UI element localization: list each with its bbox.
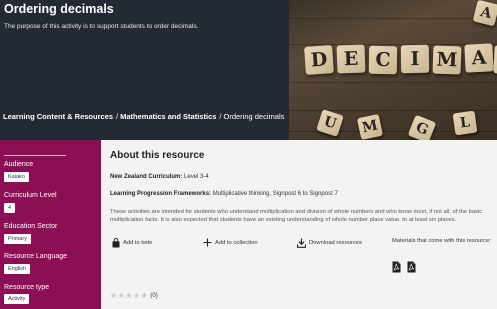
curriculum-label: New Zealand Curriculum:: [110, 174, 183, 180]
page-subtitle: The purpose of this activity is to suppo…: [4, 23, 199, 30]
letter-tile: L: [452, 110, 478, 136]
breadcrumb-current: Ordering decimals: [223, 112, 285, 121]
rating-count: (0): [150, 292, 158, 299]
download-resources-button[interactable]: Download resources: [297, 238, 362, 248]
star-rating[interactable]: ★ ★ ★ ★ ★ (0): [110, 291, 158, 300]
letter-tile: U: [316, 109, 344, 137]
resource-type-badge[interactable]: Activity: [4, 294, 30, 304]
curriculum-line: New Zealand Curriculum: Level 3-4: [110, 174, 209, 180]
letter-tile: E: [336, 44, 366, 74]
breadcrumb-separator: /: [116, 112, 119, 121]
hero-image-decimal-tiles: D E C I M A L U M G L A: [289, 0, 497, 140]
add-to-collection-button[interactable]: Add to collection: [203, 238, 258, 247]
star-icon[interactable]: ★: [125, 291, 132, 300]
letter-tile: L: [493, 45, 497, 75]
breadcrumb-maths-stats[interactable]: Mathematics and Statistics: [120, 112, 216, 121]
star-icon[interactable]: ★: [133, 291, 140, 300]
pdf-file-icon[interactable]: [392, 261, 401, 273]
add-to-collection-label: Add to collection: [215, 239, 258, 246]
letter-tile: M: [356, 113, 384, 140]
resource-description: These activities are intended for studen…: [110, 209, 483, 224]
hero-text-panel: Ordering decimals The purpose of this ac…: [0, 0, 289, 140]
bag-icon: [112, 238, 120, 248]
curriculum-level-badge[interactable]: 4: [4, 203, 16, 213]
breadcrumb-learning-content[interactable]: Learning Content & Resources: [3, 112, 113, 121]
breadcrumb: Learning Content & Resources / Mathematics…: [3, 112, 284, 121]
frameworks-value: Multiplicative thinking, Signpost 6 to S…: [212, 191, 338, 197]
education-sector-badge[interactable]: Primary: [4, 234, 31, 244]
frameworks-label: Learning Progression Frameworks:: [110, 191, 212, 197]
star-icon[interactable]: ★: [110, 291, 117, 300]
letter-tile: A: [464, 43, 494, 73]
curriculum-value: Level 3-4: [184, 174, 209, 180]
resource-metadata-sidebar: Audience Kaiako Curriculum Level 4 Educa…: [0, 140, 101, 309]
letter-tile: D: [304, 45, 334, 75]
letter-tile: C: [368, 45, 398, 75]
breadcrumb-separator: /: [219, 112, 222, 121]
page-title: Ordering decimals: [4, 2, 114, 16]
star-icon[interactable]: ★: [141, 291, 148, 300]
about-resource-panel: About this resource New Zealand Curricul…: [101, 140, 497, 309]
hero-banner: Ordering decimals The purpose of this ac…: [0, 0, 497, 140]
education-sector-label: Education Sector: [4, 223, 58, 230]
letter-tile: A: [472, 0, 497, 27]
audience-badge[interactable]: Kaiako: [4, 172, 29, 182]
materials-heading: Materials that come with this resource:: [392, 238, 491, 244]
resource-language-label: Resource Language: [4, 253, 68, 260]
curriculum-level-label: Curriculum Level: [4, 192, 57, 199]
add-to-kete-button[interactable]: Add to kete: [112, 238, 152, 248]
sidebar-divider: [4, 155, 66, 156]
add-to-kete-label: Add to kete: [123, 240, 153, 246]
letter-tile: I: [400, 44, 430, 74]
resource-type-label: Resource type: [4, 284, 50, 291]
star-icon[interactable]: ★: [118, 291, 125, 300]
resource-language-badge[interactable]: English: [4, 264, 31, 274]
pdf-file-icon[interactable]: [407, 261, 416, 273]
frameworks-line: Learning Progression Frameworks: Multipl…: [110, 191, 338, 197]
audience-label: Audience: [4, 161, 34, 168]
download-icon: [297, 238, 306, 248]
download-resources-label: Download resources: [309, 240, 362, 246]
letter-tile: M: [432, 45, 462, 75]
section-title: About this resource: [110, 150, 205, 161]
plus-icon: [203, 238, 212, 247]
letter-tile: G: [407, 114, 437, 140]
